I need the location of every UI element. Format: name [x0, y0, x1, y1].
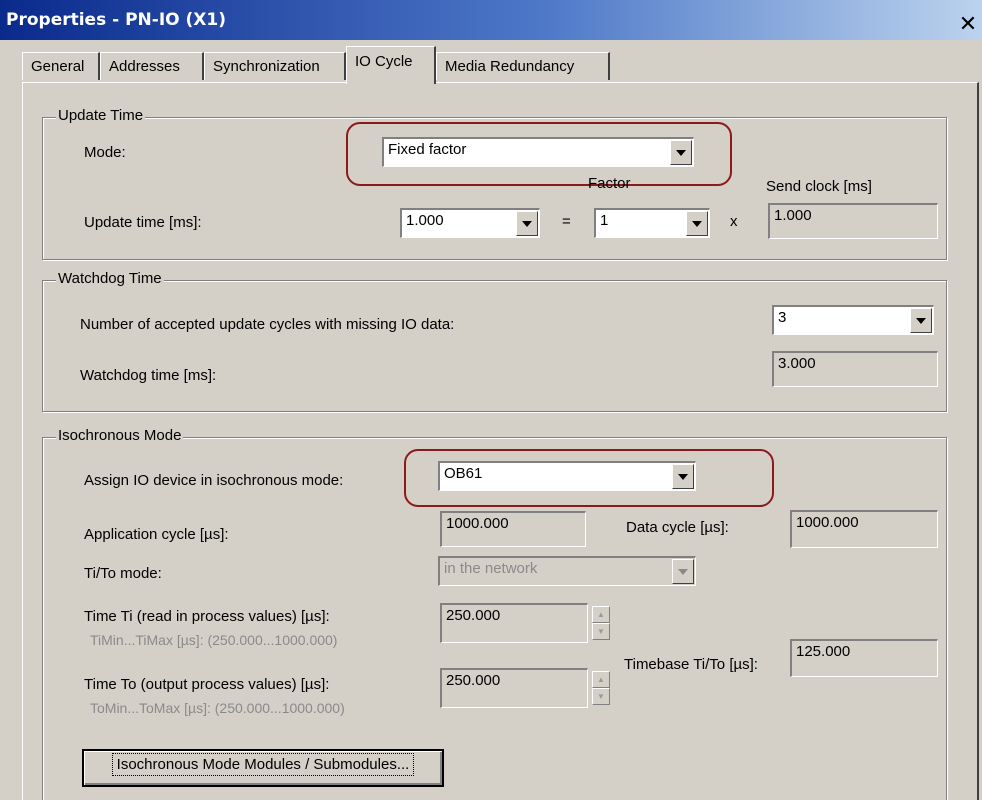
spin-up-icon: ▲ [592, 671, 610, 688]
spin-down-icon: ▼ [592, 688, 610, 705]
update-time-label: Update time [ms]: [84, 214, 202, 231]
factor-select[interactable]: 1 [594, 208, 710, 238]
tab-label: IO Cycle [355, 53, 413, 70]
spin-down-icon: ▼ [592, 623, 610, 640]
data-cycle-value: 1000.000 [796, 514, 859, 531]
tito-mode-select: in the network [438, 556, 696, 586]
ti-range: TiMin...TiMax [µs]: (250.000...1000.000) [90, 632, 338, 648]
tito-mode-label: Ti/To mode: [84, 565, 162, 582]
tab-general[interactable]: General [22, 52, 100, 80]
isochronous-modules-button[interactable]: Isochronous Mode Modules / Submodules... [82, 749, 444, 787]
accepted-cycles-value: 3 [778, 309, 787, 326]
tab-addresses[interactable]: Addresses [100, 52, 204, 80]
factor-value: 1 [600, 212, 609, 229]
tab-synchronization[interactable]: Synchronization [204, 52, 346, 80]
accepted-cycles-select[interactable]: 3 [772, 305, 934, 335]
tab-label: Media Redundancy [445, 58, 575, 75]
tab-label: Addresses [109, 58, 180, 75]
app-cycle-field: 1000.000 [440, 511, 586, 547]
app-cycle-label: Application cycle [µs]: [84, 526, 229, 543]
to-field: 250.000 [440, 668, 588, 708]
assign-io-value: OB61 [444, 465, 483, 482]
watchdog-time-field: 3.000 [772, 351, 938, 387]
to-label: Time To (output process values) [µs]: [84, 676, 330, 693]
data-cycle-field: 1000.000 [790, 510, 938, 548]
timebase-label: Timebase Ti/To [µs]: [624, 656, 758, 673]
app-cycle-value: 1000.000 [446, 515, 509, 532]
chevron-down-icon[interactable] [516, 211, 538, 236]
tab-media-redundancy[interactable]: Media Redundancy [436, 52, 610, 80]
to-value: 250.000 [446, 672, 501, 689]
mode-label: Mode: [84, 144, 126, 161]
timebase-value: 125.000 [796, 643, 851, 660]
assign-io-select[interactable]: OB61 [438, 461, 696, 491]
watchdog-time-value: 3.000 [778, 355, 816, 372]
isochronous-modules-button-label: Isochronous Mode Modules / Submodules... [111, 753, 415, 776]
chevron-down-icon [672, 559, 694, 584]
timebase-field: 125.000 [790, 639, 938, 677]
spin-up-icon: ▲ [592, 606, 610, 623]
send-clock-field: 1.000 [768, 203, 938, 239]
watchdog-group [42, 280, 947, 412]
mode-value: Fixed factor [388, 141, 467, 158]
tito-mode-value: in the network [444, 560, 538, 577]
factor-label: Factor [588, 175, 631, 192]
to-range: ToMin...ToMax [µs]: (250.000...1000.000) [90, 700, 345, 716]
watchdog-time-label: Watchdog time [ms]: [80, 367, 217, 384]
times-sign: x [730, 213, 738, 230]
mode-select[interactable]: Fixed factor [382, 137, 694, 167]
update-time-title: Update Time [56, 107, 146, 124]
send-clock-value: 1.000 [774, 207, 812, 224]
accepted-cycles-label: Number of accepted update cycles with mi… [80, 316, 455, 333]
equals-sign: = [562, 213, 571, 230]
chevron-down-icon[interactable] [670, 140, 692, 165]
data-cycle-label: Data cycle [µs]: [626, 519, 729, 536]
tab-label: Synchronization [213, 58, 320, 75]
isochronous-title: Isochronous Mode [56, 427, 184, 444]
window-title: Properties - PN-IO (X1) [6, 10, 227, 30]
chevron-down-icon[interactable] [686, 211, 708, 236]
ti-value: 250.000 [446, 607, 501, 624]
update-time-value: 1.000 [406, 212, 444, 229]
ti-field: 250.000 [440, 603, 588, 643]
chevron-down-icon[interactable] [910, 308, 932, 333]
assign-io-label: Assign IO device in isochronous mode: [84, 472, 344, 489]
send-clock-label: Send clock [ms] [766, 178, 872, 195]
tab-label: General [31, 58, 85, 75]
tab-io-cycle[interactable]: IO Cycle [346, 46, 436, 84]
watchdog-title: Watchdog Time [56, 270, 164, 287]
ti-label: Time Ti (read in process values) [µs]: [84, 608, 330, 625]
chevron-down-icon[interactable] [672, 464, 694, 489]
close-icon[interactable]: ✕ [957, 14, 979, 37]
update-time-select[interactable]: 1.000 [400, 208, 540, 238]
